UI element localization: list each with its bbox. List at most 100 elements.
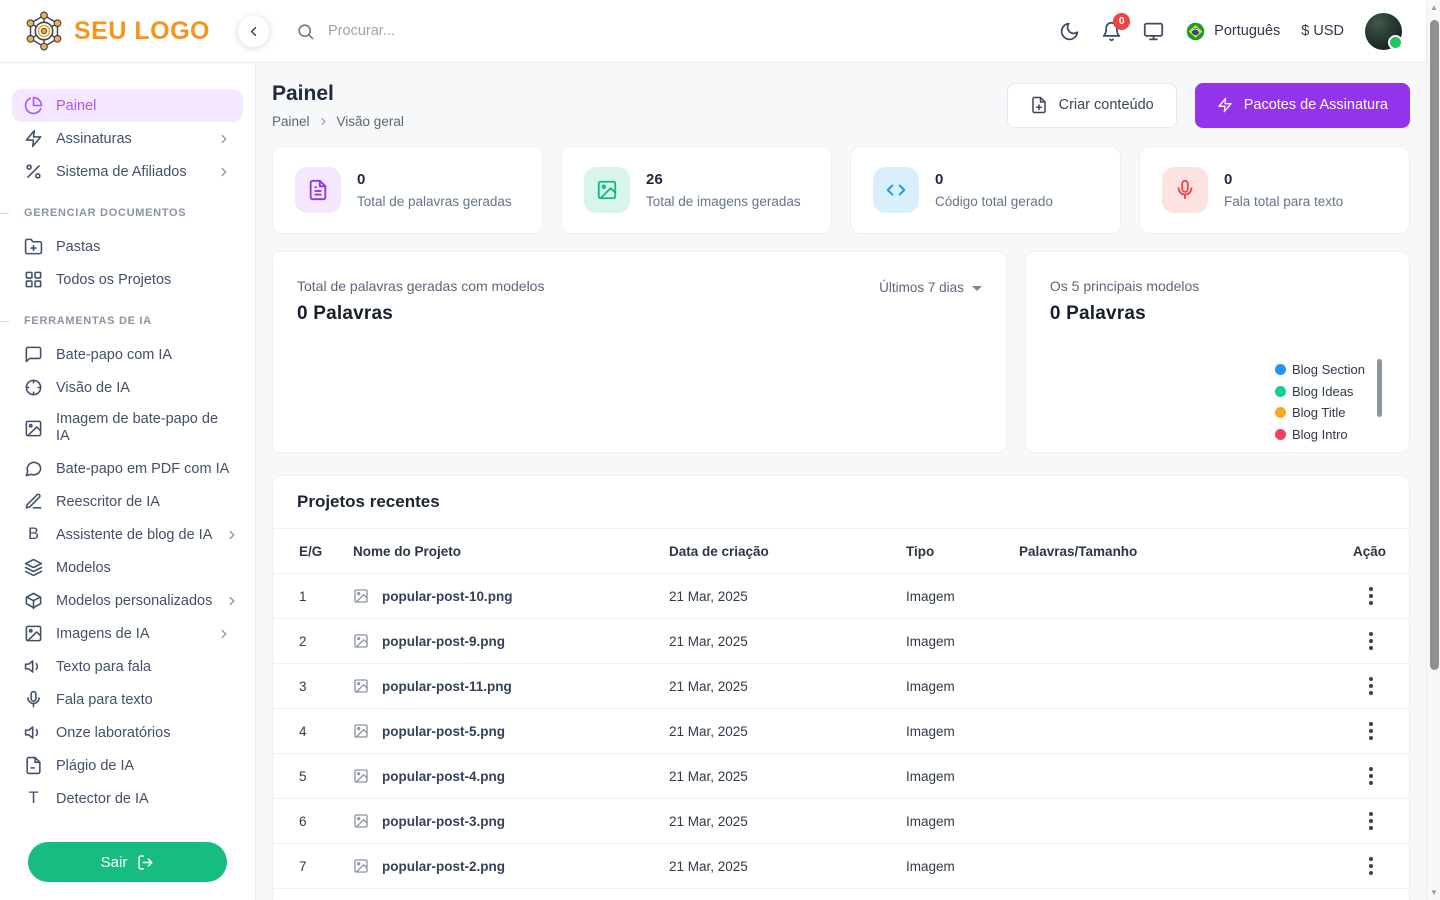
notifications-button[interactable]: 0 (1101, 21, 1122, 42)
row-index: 5 (299, 769, 353, 784)
project-name-cell[interactable]: popular-post-5.png (353, 723, 669, 739)
type-cell: Imagem (906, 769, 1019, 784)
sidebar-item-onze-laboratorios[interactable]: Onze laboratórios (12, 716, 243, 749)
action-cell (1353, 718, 1385, 744)
column-header: Nome do Projeto (353, 544, 669, 559)
table-row[interactable]: 1 popular-post-10.png 21 Mar, 2025 Image… (273, 574, 1409, 619)
table-row[interactable]: 7 popular-post-2.png 21 Mar, 2025 Imagem (273, 844, 1409, 889)
scrollbar-thumb[interactable] (1430, 20, 1439, 670)
table-row[interactable]: 3 popular-post-11.png 21 Mar, 2025 Image… (273, 664, 1409, 709)
table-row[interactable]: 5 popular-post-4.png 21 Mar, 2025 Imagem (273, 754, 1409, 799)
legend-scrollbar[interactable] (1377, 359, 1382, 417)
creation-date-cell: 21 Mar, 2025 (669, 859, 906, 874)
grid-icon (24, 270, 43, 289)
table-row[interactable]: 2 popular-post-9.png 21 Mar, 2025 Imagem (273, 619, 1409, 664)
image-icon (353, 588, 369, 604)
sidebar-item-imagem-de-bate-papo-de-ia[interactable]: Imagem de bate-papo de IA (12, 404, 243, 452)
layers-icon (24, 558, 43, 577)
logo[interactable]: SEU LOGO (22, 9, 210, 53)
sidebar-item-reescritor-de-ia[interactable]: Reescritor de IA (12, 485, 243, 518)
type-cell: Imagem (906, 814, 1019, 829)
image-icon (24, 419, 43, 438)
sidebar-item-sistema-de-afiliados[interactable]: Sistema de Afiliados (12, 155, 243, 188)
table-row[interactable]: 6 popular-post-3.png 21 Mar, 2025 Imagem (273, 799, 1409, 844)
sidebar-collapse-button[interactable] (238, 16, 269, 47)
user-avatar[interactable] (1365, 13, 1402, 50)
kebab-icon (1369, 677, 1373, 695)
page-scrollbar[interactable]: ▲ ▼ (1426, 0, 1440, 900)
sidebar-item-todos-os-projetos[interactable]: Todos os Projetos (12, 263, 243, 296)
project-name-cell[interactable]: popular-post-4.png (353, 768, 669, 784)
words-chart-card: Total de palavras geradas com modelos 0 … (272, 251, 1007, 453)
sidebar-item-visao-de-ia[interactable]: Visão de IA (12, 371, 243, 404)
sidebar-item-detector-de-ia[interactable]: T Detector de IA (12, 782, 243, 815)
currency-selector[interactable]: $ USD (1301, 23, 1344, 39)
sidebar-item-fala-para-texto[interactable]: Fala para texto (12, 683, 243, 716)
sidebar-item-plagio-de-ia[interactable]: Plágio de IA (12, 749, 243, 782)
chevron-right-icon (225, 594, 239, 608)
date-range-dropdown[interactable]: Últimos 7 dias (879, 280, 982, 295)
type-cell: Imagem (906, 859, 1019, 874)
sidebar-item-pastas[interactable]: Pastas (12, 230, 243, 263)
fullscreen-button[interactable] (1143, 21, 1164, 42)
table-header-row: E/G Nome do Projeto Data de criação Tipo… (273, 529, 1409, 574)
column-header: Data de criação (669, 544, 906, 559)
row-actions-button[interactable] (1361, 583, 1381, 609)
create-content-button[interactable]: Criar conteúdo (1007, 83, 1177, 128)
action-cell (1353, 583, 1385, 609)
sidebar-item-bate-papo-em-pdf-com-ia[interactable]: Bate-papo em PDF com IA (12, 452, 243, 485)
dark-mode-toggle[interactable] (1059, 21, 1080, 42)
row-actions-button[interactable] (1361, 718, 1381, 744)
sidebar-item-imagens-de-ia[interactable]: Imagens de IA (12, 617, 243, 650)
vision-icon (24, 378, 43, 397)
kebab-icon (1369, 632, 1373, 650)
chevron-right-icon (318, 116, 329, 127)
type-cell: Imagem (906, 724, 1019, 739)
top-models-card: Os 5 principais modelos 0 Palavras Blog … (1025, 251, 1410, 453)
project-name-cell[interactable]: popular-post-11.png (353, 678, 669, 694)
logout-button[interactable]: Sair (28, 842, 227, 882)
scroll-down-arrow[interactable]: ▼ (1427, 888, 1440, 897)
image-icon (353, 768, 369, 784)
file-plus-icon (1030, 96, 1048, 114)
stat-label: Total de palavras geradas (357, 194, 512, 209)
sidebar-item-painel[interactable]: Painel (12, 89, 243, 122)
sidebar-item-modelos-personalizados[interactable]: Modelos personalizados (12, 584, 243, 617)
sidebar-item-assinaturas[interactable]: Assinaturas (12, 122, 243, 155)
microphone-icon (1162, 167, 1208, 213)
pie-chart-icon (24, 96, 43, 115)
speaker-icon (24, 723, 43, 742)
column-header: Ação (1353, 544, 1396, 559)
chart-title: Os 5 principais modelos (1050, 278, 1385, 294)
search-box[interactable] (296, 22, 1059, 41)
action-cell (1353, 853, 1385, 879)
project-name-cell[interactable]: popular-post-9.png (353, 633, 669, 649)
sidebar-item-texto-para-fala[interactable]: Texto para fala (12, 650, 243, 683)
row-actions-button[interactable] (1361, 808, 1381, 834)
legend-dot (1275, 364, 1286, 375)
scroll-up-arrow[interactable]: ▲ (1427, 3, 1440, 12)
project-name-cell[interactable]: popular-post-3.png (353, 813, 669, 829)
project-name-cell[interactable]: popular-post-2.png (353, 858, 669, 874)
row-actions-button[interactable] (1361, 673, 1381, 699)
table-row[interactable]: 4 popular-post-5.png 21 Mar, 2025 Imagem (273, 709, 1409, 754)
row-actions-button[interactable] (1361, 628, 1381, 654)
letter-b-icon: B (24, 525, 43, 544)
section-label-ai-tools: FERRAMENTAS DE IA (12, 315, 243, 327)
action-cell (1353, 628, 1385, 654)
search-input[interactable] (326, 22, 666, 40)
language-selector[interactable]: Português (1185, 21, 1280, 42)
chevron-right-icon (217, 165, 231, 179)
row-actions-button[interactable] (1361, 763, 1381, 789)
topbar-actions: 0 Português $ USD (1059, 13, 1426, 50)
creation-date-cell: 21 Mar, 2025 (669, 724, 906, 739)
sidebar-item-bate-papo-com-ia[interactable]: Bate-papo com IA (12, 338, 243, 371)
row-actions-button[interactable] (1361, 853, 1381, 879)
sidebar-item-modelos[interactable]: Modelos (12, 551, 243, 584)
subscription-packages-button[interactable]: Pacotes de Assinatura (1195, 83, 1410, 128)
sidebar-item-assistente-de-blog-de-ia[interactable]: B Assistente de blog de IA (12, 518, 243, 551)
brazil-flag-icon (1185, 21, 1206, 42)
breadcrumb-root[interactable]: Painel (272, 114, 310, 129)
project-name-cell[interactable]: popular-post-10.png (353, 588, 669, 604)
kebab-icon (1369, 767, 1373, 785)
